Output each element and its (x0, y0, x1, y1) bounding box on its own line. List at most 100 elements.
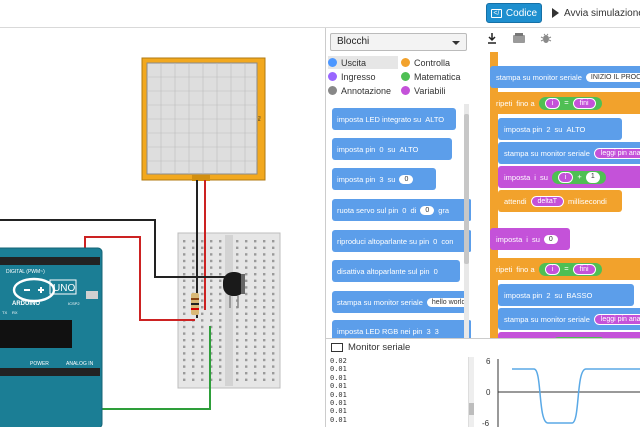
block-value[interactable]: fini (572, 263, 596, 275)
workspace-block[interactable]: stampa su monitor seriale INIZIO IL PROC… (490, 66, 640, 88)
category-math[interactable]: Matematica (401, 70, 461, 83)
breadboard-hole (192, 332, 195, 335)
category-control-dot (401, 58, 410, 67)
palette-block[interactable]: stampa su monitor seriale hello world (332, 291, 467, 313)
serial-log-scrollbar[interactable] (468, 357, 474, 427)
block-value[interactable]: fini (572, 97, 596, 109)
workspace-block[interactable]: imposta i su 0 (490, 228, 570, 250)
palette-block[interactable]: imposta LED integrato su ALTO (332, 108, 456, 130)
palette-block-value[interactable]: 0 (434, 267, 438, 276)
palette-scrollbar-thumb[interactable] (464, 114, 469, 264)
breadboard-hole (254, 378, 257, 381)
palette-block-value[interactable]: 0 (402, 206, 406, 215)
palette-block-value[interactable]: ALTO (425, 115, 444, 124)
category-input[interactable]: Ingresso (328, 70, 376, 83)
palette-block[interactable]: imposta LED RGB nei pin 3 3 (332, 320, 471, 338)
palette-block-value[interactable]: 3 (435, 327, 439, 336)
block-value[interactable]: 0 (543, 234, 558, 244)
breadboard-hole (236, 372, 239, 375)
palette-block[interactable]: disattiva altoparlante sul pin 0 (332, 260, 460, 282)
block-value[interactable]: 2 (546, 125, 550, 134)
block-value[interactable]: leggi pin anal (593, 313, 640, 325)
workspace-block[interactable]: attendi deltaT millisecondi (498, 190, 622, 212)
category-control-label: Controlla (414, 57, 451, 68)
category-variables[interactable]: Variabili (401, 84, 445, 97)
breadboard-hole (201, 358, 204, 362)
palette-block[interactable]: imposta pin 3 su 0 (332, 168, 436, 190)
code-button[interactable]: </ Codice (486, 3, 542, 23)
breadboard-hole (219, 279, 222, 282)
block-value[interactable]: i (544, 97, 561, 109)
math-block[interactable]: i + 1 (551, 170, 606, 184)
block-value[interactable]: leggi pin anal (593, 147, 640, 159)
breadboard-hole (272, 332, 275, 335)
breadboard-hole (245, 266, 248, 269)
block-value[interactable]: BASSO (566, 291, 592, 300)
code-mode-select[interactable]: Blocchi (330, 33, 467, 51)
breadboard-hole (263, 246, 266, 249)
block-value[interactable]: = (564, 264, 568, 275)
palette-block-value[interactable]: 0 (420, 205, 435, 215)
block-value[interactable]: i (534, 173, 536, 182)
breadboard-hole (210, 299, 213, 302)
block-value[interactable]: 1 (585, 171, 600, 183)
block-value[interactable]: = (564, 98, 568, 109)
block-value[interactable]: + (577, 172, 581, 183)
circuit-canvas[interactable]: DIGITAL (PWM~) UNO ARDUINO ICSP2 TX RX P… (0, 28, 325, 427)
block-value[interactable]: fino a (516, 265, 534, 274)
resistor[interactable] (191, 293, 199, 315)
palette-scrollbar[interactable] (464, 104, 469, 338)
breadboard-hole (245, 286, 248, 289)
block-value[interactable]: i (526, 235, 528, 244)
analog-in-label: ANALOG IN (66, 361, 94, 367)
breadboard-hole (219, 306, 222, 309)
block-value[interactable]: deltaT (530, 195, 564, 207)
palette-block-value[interactable]: 3 (426, 327, 430, 336)
start-simulation-button[interactable]: Avvia simulazione (552, 3, 640, 23)
breadboard-hole (192, 372, 195, 375)
palette-block-value[interactable]: 0 (433, 237, 437, 246)
category-control[interactable]: Controlla (401, 56, 450, 69)
workspace-block[interactable]: stampa su monitor seriale leggi pin anal (498, 142, 640, 164)
workspace-block[interactable]: stampa su monitor seriale leggi pin anal (498, 308, 640, 330)
palette-block[interactable]: riproduci altoparlante su pin 0 con (332, 230, 471, 252)
condition-block[interactable]: i = fini (538, 96, 602, 110)
serial-log-line: 0.01 (330, 373, 347, 382)
category-output[interactable]: Uscita (328, 56, 398, 69)
breadboard-hole (201, 253, 204, 256)
download-icon[interactable] (486, 32, 498, 44)
workspace-block[interactable]: ripeti fino a i = fini (490, 258, 640, 280)
block-value[interactable]: INIZIO IL PROCE (585, 72, 640, 82)
circuit-drawing: DIGITAL (PWM~) UNO ARDUINO ICSP2 TX RX P… (0, 57, 281, 427)
workspace-block[interactable]: imposta pin 2 su ALTO (498, 118, 622, 140)
breadboard-hole (263, 259, 266, 263)
code-workspace[interactable]: stampa su monitor seriale INIZIO IL PROC… (476, 52, 640, 338)
palette-block-value[interactable]: ALTO (399, 145, 418, 154)
block-value[interactable]: 2 (546, 291, 550, 300)
debugger-icon[interactable] (540, 32, 552, 44)
palette-block-label: ruota servo sul pin (337, 205, 399, 215)
palette-block-value[interactable]: 0 (379, 145, 383, 154)
block-value[interactable]: i (557, 171, 574, 183)
serial-log-scrollbar-thumb[interactable] (469, 403, 474, 415)
block-value[interactable]: i (544, 263, 561, 275)
category-annotation[interactable]: Annotazione (328, 84, 391, 97)
serial-log-line: 0.02 (330, 357, 347, 365)
palette-block-value[interactable]: 0 (399, 174, 414, 184)
palette-block[interactable]: imposta pin 0 su ALTO (332, 138, 452, 160)
graph-component[interactable] (141, 57, 266, 181)
breadboard-hole (192, 378, 195, 381)
workspace-block[interactable]: imposta i su i + 1 (498, 166, 640, 188)
palette-block[interactable]: ruota servo sul pin 0 di 0 gra (332, 199, 471, 221)
breadboard-hole (192, 365, 195, 368)
palette-block-value[interactable]: 3 (379, 175, 383, 184)
breadboard-hole (254, 299, 257, 302)
breadboard-hole (219, 332, 222, 335)
block-value[interactable]: fino a (516, 99, 534, 108)
palette-block-value[interactable]: hello world (426, 297, 467, 307)
upload-library-icon[interactable] (512, 32, 526, 44)
condition-block[interactable]: i = fini (538, 262, 602, 276)
workspace-block[interactable]: imposta pin 2 su BASSO (498, 284, 634, 306)
workspace-block[interactable]: ripeti fino a i = fini (490, 92, 640, 114)
block-value[interactable]: ALTO (566, 125, 585, 134)
